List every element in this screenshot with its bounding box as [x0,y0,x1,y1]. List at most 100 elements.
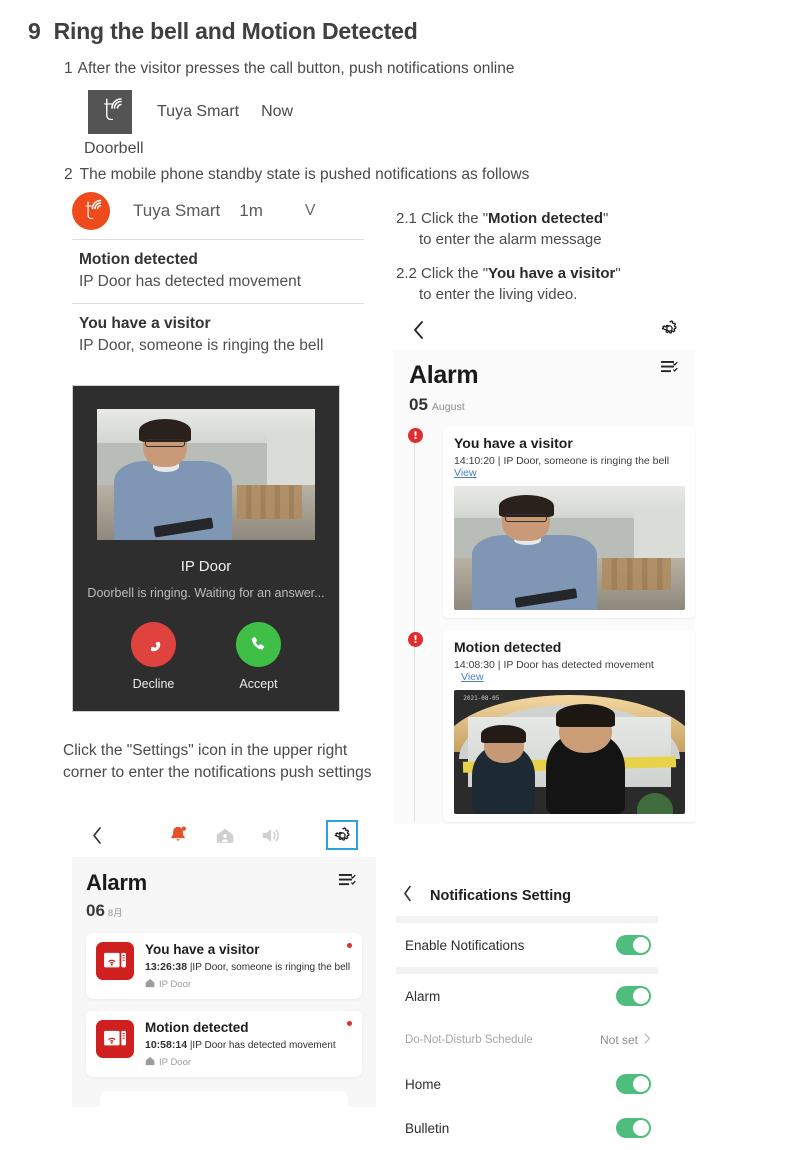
toggle-knob [633,1076,649,1092]
view-link[interactable]: View [454,467,477,479]
setting-label: Alarm [405,988,441,1004]
heads-up-app-name: Tuya Smart [157,103,240,120]
instruction-2-2-bold: You have a visitor [488,265,616,282]
phone-alarm-title: Alarm [86,870,147,895]
list-item-time: 10:58:14 [145,1039,188,1051]
heads-up-notification[interactable]: t Tuya Smart Now Doorbell [84,90,293,158]
setting-label: Enable Notifications [405,937,525,953]
home-icon[interactable] [215,826,235,850]
filter-list-icon[interactable] [339,873,356,892]
setting-value: Not set [600,1033,651,1047]
lockscreen-item-title: You have a visitor [79,315,211,332]
alarm-card[interactable]: You have a visitor 14:10:20 | IP Door, s… [443,426,695,618]
lockscreen-item[interactable]: Motion detected IP Door has detected mov… [72,239,364,303]
section-divider [396,916,658,923]
lockscreen-item-subtitle: IP Door has detected movement [79,273,302,290]
chevron-down-icon[interactable]: V [305,202,316,220]
toggle-switch[interactable] [616,986,651,1006]
setting-row-alarm[interactable]: Alarm [396,974,658,1018]
phone-alarm-month: 8月 [107,908,123,919]
gear-icon [334,826,350,841]
wifi-wave-icon [111,98,122,109]
decline-button[interactable]: Decline [131,622,176,691]
list-item-text: You have a visitor 13:26:38 |IP Door, so… [145,942,350,991]
instruction-2-2-post: " [615,265,621,282]
step-1-body: After the visitor presses the call butto… [77,60,515,77]
alarm-day: 05 [409,395,428,414]
alarm-topbar [393,313,695,349]
list-item[interactable]: You have a visitor 13:26:38 |IP Door, so… [86,933,362,999]
setting-label: Do-Not-Disturb Schedule [405,1034,533,1046]
lockscreen-item[interactable]: You have a visitor IP Door, someone is r… [72,303,364,367]
alarm-month: August [431,401,465,413]
next-card-peek [100,1091,348,1107]
toggle-knob [633,988,649,1004]
setting-row-enable-notifications[interactable]: Enable Notifications [396,923,658,967]
alarm-card[interactable]: Motion detected 14:08:30 | IP Door has d… [443,630,695,822]
toggle-switch[interactable] [616,1074,651,1094]
call-status-text: Doorbell is ringing. Waiting for an answ… [87,586,325,600]
alarm-card-title: You have a visitor [454,435,573,451]
section-number: 9 [28,18,41,44]
alarm-entry[interactable]: ! You have a visitor 14:10:20 | IP Door,… [407,426,695,618]
visitor-photo [454,486,685,610]
setting-row-home[interactable]: Home [396,1062,658,1106]
heads-up-row: t Tuya Smart Now [88,90,293,134]
unread-dot-icon [347,1021,352,1026]
toggle-switch[interactable] [616,935,651,955]
alarm-card-time: 14:10:20 [454,455,495,467]
decline-label: Decline [132,677,175,691]
decline-icon [131,622,176,667]
list-item-detail: IP Door has detected movement [192,1040,336,1051]
back-icon[interactable] [91,826,103,850]
list-item-device-name: IP Door [159,1057,192,1068]
instruction-2-2-line2: to enter the living video. [419,286,578,304]
alarm-entry[interactable]: ! Motion detected 14:08:30 | IP Door has… [407,630,695,822]
alarm-card-sep: | [497,659,501,671]
phone-alarm-body: Alarm 06 8月 You have a visitor 13:26:38 … [72,857,376,1107]
tuya-logo-icon: t [72,192,110,230]
phone-icon [251,636,264,650]
list-item-device-name: IP Door [159,979,192,990]
back-icon[interactable] [402,885,413,907]
filter-list-icon[interactable] [661,360,678,379]
list-item-device: IP Door [145,1056,336,1069]
step-2-text: 2 The mobile phone standby state is pushe… [64,166,529,184]
setting-row-do-not-disturb-schedule[interactable]: Do-Not-Disturb Schedule Not set [396,1018,658,1062]
phone-toolbar [72,815,376,857]
section-divider [396,967,658,974]
toggle-knob [633,937,649,953]
unread-dot-icon [347,943,352,948]
settings-gear-highlighted[interactable] [326,820,358,850]
instruction-2-1-line2: to enter the alarm message [419,231,602,249]
alarm-card-snapshot[interactable]: 2021-08-05 [454,690,685,814]
alarm-card-meta: 14:08:30 | IP Door has detected movement… [454,659,685,683]
step-2-body: The mobile phone standby state is pushed… [79,166,530,183]
lockscreen-header[interactable]: t Tuya Smart 1m V [72,192,364,239]
gear-icon[interactable] [660,319,679,343]
setting-row-bulletin[interactable]: Bulletin [396,1106,658,1150]
speaker-icon[interactable] [261,826,283,850]
bell-alert-icon[interactable] [167,824,189,851]
instruction-2-2: 2.2 Click the "You have a visitor" to en… [396,263,621,306]
lockscreen-app-name: Tuya Smart [133,201,221,220]
alarm-title: Alarm [409,361,479,389]
view-link[interactable]: View [461,671,484,683]
notifications-setting-header: Notifications Setting [396,880,658,916]
back-icon[interactable] [412,320,425,345]
list-item-title: You have a visitor [145,942,260,957]
heads-up-time: Now [261,103,294,120]
accept-button[interactable]: Accept [236,622,281,691]
list-item-detail: IP Door, someone is ringing the bell [192,962,351,973]
call-device-name: IP Door [180,558,232,575]
list-item[interactable]: Motion detected 10:58:14 |IP Door has de… [86,1011,362,1077]
step-2-number: 2 [64,166,73,183]
alarm-card-detail: IP Door, someone is ringing the bell [503,455,670,467]
tuya-logo-icon: t [88,90,132,134]
alarm-app-screen: Alarm 05 August ! You have a visitor 14:… [393,313,695,824]
motion-photo: 2021-08-05 [454,690,685,814]
instruction-2-2-pre: Click the " [421,265,489,282]
setting-label: Bulletin [405,1120,450,1136]
toggle-switch[interactable] [616,1118,651,1138]
alarm-card-snapshot[interactable] [454,486,685,610]
